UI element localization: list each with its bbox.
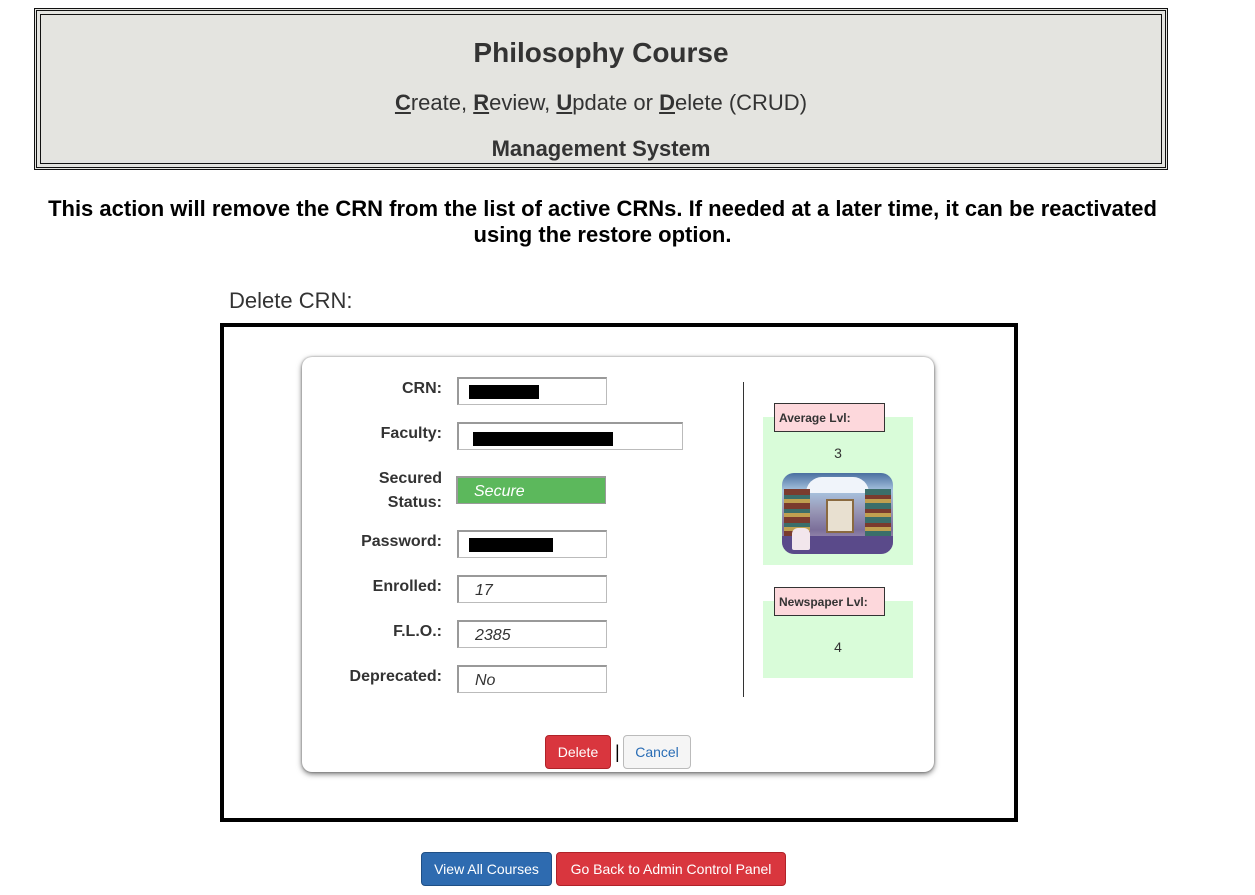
deprecated-field[interactable]: No — [457, 665, 607, 693]
average-level-label: Average Lvl: — [774, 403, 885, 432]
go-back-admin-button[interactable]: Go Back to Admin Control Panel — [556, 852, 786, 886]
password-label: Password: — [361, 533, 442, 550]
password-field[interactable] — [457, 530, 607, 558]
crn-redaction — [469, 385, 539, 399]
view-all-courses-button[interactable]: View All Courses — [421, 852, 552, 886]
vertical-divider — [743, 382, 744, 697]
button-separator: | — [615, 742, 620, 762]
secured-status-field[interactable]: Secure — [456, 476, 606, 504]
deprecated-label: Deprecated: — [349, 668, 442, 685]
warning-message: This action will remove the CRN from the… — [48, 196, 1157, 247]
secured-label-line2: Status: — [387, 494, 442, 511]
newspaper-level-value: 4 — [834, 639, 842, 655]
crud-letter-c: C — [394, 90, 411, 115]
crud-text-u: pdate or — [572, 90, 660, 115]
enrolled-field[interactable]: 17 — [457, 575, 607, 603]
header-box: Philosophy Course Create, Review, Update… — [34, 8, 1168, 170]
flo-field[interactable]: 2385 — [457, 620, 607, 648]
flo-label: F.L.O.: — [393, 623, 442, 640]
average-level-value: 3 — [834, 445, 842, 461]
crud-subtitle: Create, Review, Update or Delete (CRUD) — [37, 90, 1165, 116]
crud-letter-u: U — [556, 90, 573, 115]
management-subtitle: Management System — [491, 136, 711, 161]
crn-field[interactable] — [457, 377, 607, 405]
faculty-field[interactable] — [457, 422, 683, 450]
page-title: Philosophy Course — [473, 37, 729, 68]
section-label: Delete CRN: — [229, 288, 353, 313]
crud-text-r: eview, — [489, 90, 557, 115]
secured-label-line1: Secured — [378, 470, 442, 487]
crud-text-c: reate, — [410, 90, 474, 115]
crud-text-d: elete (CRUD) — [675, 90, 808, 115]
newspaper-level-label: Newspaper Lvl: — [774, 587, 885, 616]
crud-letter-r: R — [473, 90, 490, 115]
password-redaction — [469, 538, 553, 552]
crud-letter-d: D — [659, 90, 675, 115]
cancel-button[interactable]: Cancel — [623, 735, 691, 769]
crn-label: CRN: — [402, 380, 442, 397]
faculty-redaction — [473, 432, 613, 446]
delete-button[interactable]: Delete — [545, 735, 611, 769]
faculty-label: Faculty: — [380, 425, 442, 442]
library-image — [782, 473, 893, 554]
enrolled-label: Enrolled: — [372, 578, 442, 595]
